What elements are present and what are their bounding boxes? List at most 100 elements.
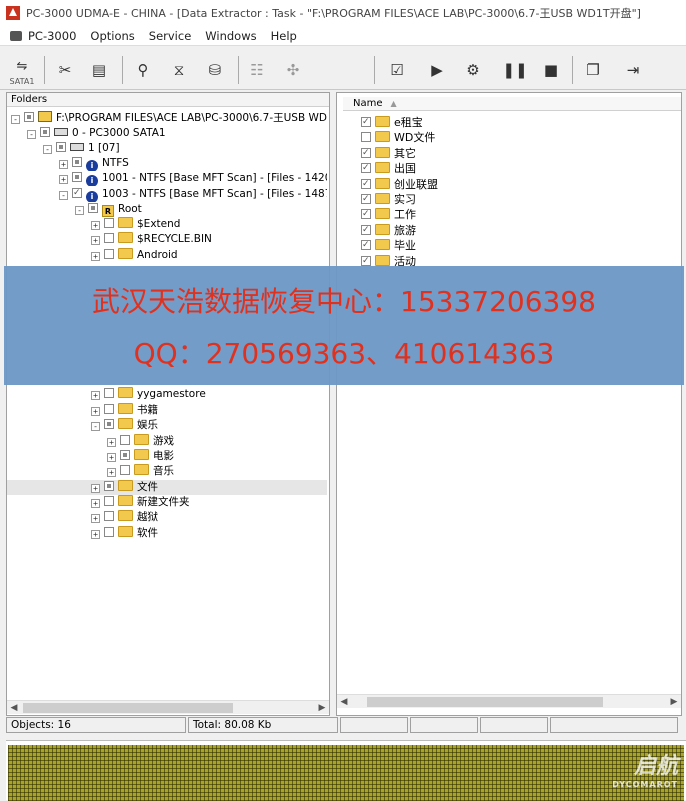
expand-icon[interactable]: +	[91, 499, 100, 508]
expand-icon[interactable]: +	[107, 468, 116, 477]
expand-icon[interactable]: +	[91, 514, 100, 523]
list-checkbox[interactable]	[361, 254, 371, 269]
tree-checkbox[interactable]	[104, 388, 114, 398]
tree-button[interactable]: ☷	[244, 56, 270, 84]
list-checkbox[interactable]	[361, 115, 371, 130]
tree-row[interactable]: + 新建文件夹	[7, 495, 327, 510]
tree-row[interactable]: - 0 - PC3000 SATA1	[7, 126, 327, 141]
tree-row[interactable]: - 娱乐	[7, 418, 327, 433]
tree-row[interactable]: + 软件	[7, 526, 327, 541]
tree-checkbox[interactable]	[104, 419, 114, 429]
list-checkbox[interactable]	[361, 207, 371, 222]
tree-checkbox[interactable]	[104, 218, 114, 228]
name-column-header[interactable]: Name ▲	[343, 97, 681, 111]
tree-row[interactable]: - F:\PROGRAM FILES\ACE LAB\PC-3000\6.7-王U…	[7, 111, 327, 126]
list-checkbox[interactable]	[361, 161, 371, 176]
expand-icon[interactable]: +	[91, 221, 100, 230]
tree-checkbox[interactable]	[72, 157, 82, 167]
tree-row[interactable]: + $Extend	[7, 217, 327, 232]
tree-scroll-thumb[interactable]	[23, 703, 233, 713]
tree-checkbox[interactable]	[72, 187, 82, 201]
list-checkbox[interactable]	[361, 238, 371, 253]
drive-button[interactable]: ⛁	[202, 56, 228, 84]
tree-checkbox[interactable]	[40, 127, 50, 137]
expand-icon[interactable]: +	[59, 160, 68, 169]
scroll-right-icon[interactable]: ▶	[667, 695, 681, 709]
tree-checkbox[interactable]	[120, 450, 130, 460]
tree-row[interactable]: + 游戏	[7, 434, 327, 449]
tree-row[interactable]: + 音乐	[7, 464, 327, 479]
expand-icon[interactable]: +	[91, 252, 100, 261]
tree-checkbox[interactable]	[104, 511, 114, 521]
list-checkbox[interactable]	[361, 177, 371, 192]
menu-options[interactable]: Options	[83, 29, 141, 43]
list-item[interactable]: 毕业	[361, 238, 416, 253]
network-button[interactable]: ⚙	[458, 56, 488, 84]
list-hscrollbar[interactable]: ◀ ▶	[337, 694, 681, 708]
tools-button[interactable]: ✂	[52, 56, 78, 84]
collapse-icon[interactable]: -	[43, 145, 52, 154]
log-button[interactable]: ▤	[86, 56, 112, 84]
exit-button[interactable]: ⇥	[620, 56, 646, 84]
list-item[interactable]: WD文件	[361, 130, 435, 145]
tree-checkbox[interactable]	[104, 233, 114, 243]
scroll-left-icon[interactable]: ◀	[7, 701, 21, 715]
menu-help[interactable]: Help	[264, 29, 304, 43]
list-checkbox[interactable]	[361, 132, 371, 143]
tree-checkbox[interactable]	[104, 496, 114, 506]
tree-row[interactable]: + $RECYCLE.BIN	[7, 232, 327, 247]
list-scroll-thumb[interactable]	[367, 697, 603, 707]
menu-service[interactable]: Service	[142, 29, 199, 43]
list-item[interactable]: 出国	[361, 161, 416, 176]
tree-checkbox[interactable]	[72, 172, 82, 182]
list-item[interactable]: 旅游	[361, 223, 416, 238]
check-task-button[interactable]: ☑	[384, 56, 410, 84]
collapse-icon[interactable]: -	[59, 191, 68, 200]
expand-icon[interactable]: +	[91, 484, 100, 493]
tree-row[interactable]: + i 1001 - NTFS [Base MFT Scan] - [Files -…	[7, 171, 327, 186]
list-item[interactable]: 其它	[361, 146, 416, 161]
list-item[interactable]: e租宝	[361, 115, 423, 130]
filter-button[interactable]: ⧖	[166, 56, 192, 84]
tree-checkbox[interactable]	[104, 249, 114, 259]
list-item[interactable]: 创业联盟	[361, 177, 438, 192]
collapse-icon[interactable]: -	[11, 115, 20, 124]
list-item[interactable]: 工作	[361, 207, 416, 222]
list-checkbox[interactable]	[361, 146, 371, 161]
windows-button[interactable]: ❐	[580, 56, 606, 84]
expand-icon[interactable]: +	[107, 453, 116, 462]
tree-checkbox[interactable]	[104, 527, 114, 537]
tree-row[interactable]: + 电影	[7, 449, 327, 464]
stop-button[interactable]: ■	[538, 56, 564, 84]
expand-icon[interactable]: +	[91, 530, 100, 539]
tree-row[interactable]: - 1 [07]	[7, 141, 327, 156]
tree-checkbox[interactable]	[88, 203, 98, 213]
tree-row[interactable]: + i NTFS	[7, 156, 327, 171]
collapse-icon[interactable]: -	[27, 130, 36, 139]
menu-windows[interactable]: Windows	[198, 29, 263, 43]
scroll-left-icon[interactable]: ◀	[337, 695, 351, 709]
expand-icon[interactable]: +	[107, 438, 116, 447]
tree-row[interactable]: - R Root	[7, 202, 327, 217]
collapse-icon[interactable]: -	[75, 206, 84, 215]
tree-row[interactable]: - i 1003 - NTFS [Base MFT Scan] - [Files -…	[7, 187, 327, 202]
tree-checkbox[interactable]	[24, 112, 34, 122]
tree-checkbox[interactable]	[104, 481, 114, 491]
tree-checkbox[interactable]	[56, 142, 66, 152]
tree-hscrollbar[interactable]: ◀ ▶	[7, 700, 329, 714]
list-item[interactable]: 实习	[361, 192, 416, 207]
tree-row[interactable]: + 书籍	[7, 403, 327, 418]
tree-checkbox[interactable]	[120, 465, 130, 475]
tree-row[interactable]: + Android	[7, 248, 327, 263]
expand-icon[interactable]: +	[91, 407, 100, 416]
search-button[interactable]: ⚲	[130, 56, 156, 84]
puzzle-button[interactable]: ✣	[280, 56, 306, 84]
tree-checkbox[interactable]	[120, 435, 130, 445]
collapse-icon[interactable]: -	[91, 422, 100, 431]
menu-pc3000[interactable]: PC-3000	[6, 29, 83, 43]
tree-row[interactable]: + 文件	[7, 480, 327, 495]
sata-port-button[interactable]: ⇋ SATA1	[6, 56, 38, 87]
tree-checkbox[interactable]	[104, 404, 114, 414]
list-checkbox[interactable]	[361, 223, 371, 238]
scroll-right-icon[interactable]: ▶	[315, 701, 329, 715]
